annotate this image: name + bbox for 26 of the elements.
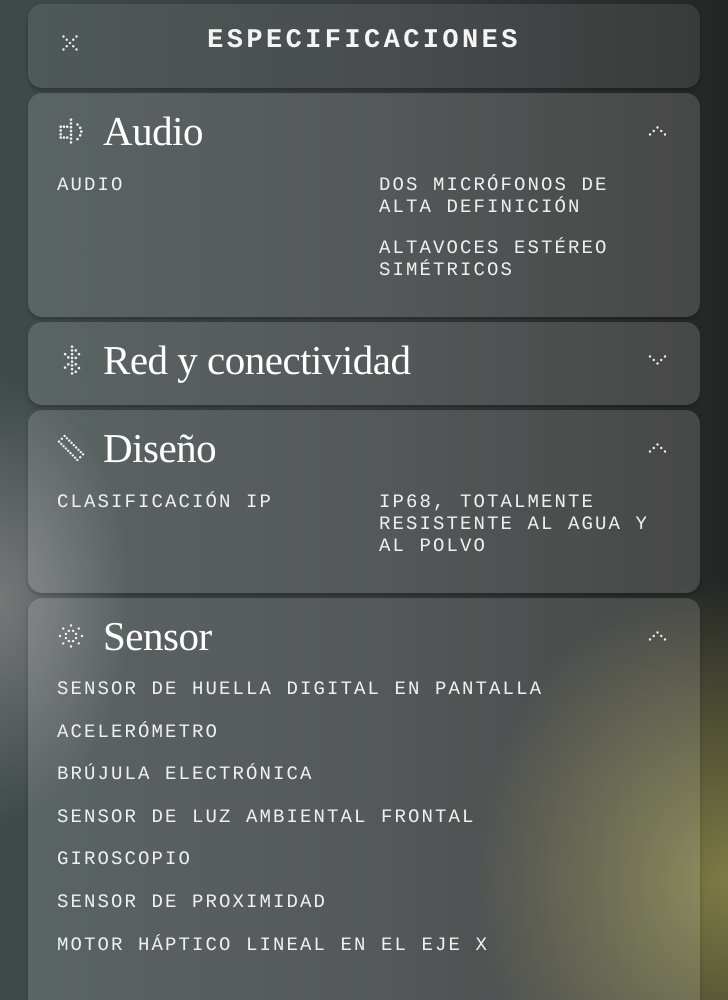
chevron-up-icon[interactable] — [648, 126, 667, 136]
chevron-up-icon[interactable] — [648, 631, 667, 641]
sparkle-icon — [58, 624, 84, 648]
speaker-icon — [58, 118, 84, 144]
chevron-up-icon[interactable] — [648, 443, 667, 453]
spec-item: BRÚJULA ELECTRÓNICA — [57, 763, 315, 786]
spec-value: ALTAVOCES ESTÉREO SIMÉTRICOS — [379, 237, 610, 281]
spec-item: SENSOR DE HUELLA DIGITAL EN PANTALLA — [57, 678, 544, 700]
ruler-icon — [57, 434, 85, 462]
section-title: Sensor — [103, 616, 212, 656]
chevron-down-icon[interactable] — [648, 355, 667, 365]
page-title: ESPECIFICACIONES — [207, 28, 521, 54]
spec-value: DOS MICRÓFONOS DE ALTA DEFINICIÓN — [379, 174, 610, 218]
spec-item: ACELERÓMETRO — [57, 720, 220, 743]
spec-item: MOTOR HÁPTICO LINEAL EN EL EJE X — [57, 934, 490, 956]
bluetooth-icon — [62, 345, 80, 375]
spec-value: IP68, TOTALMENTE RESISTENTE AL AGUA Y AL POLVO — [379, 491, 650, 557]
spec-label: CLASIFICACIÓN IP — [57, 491, 274, 513]
section-title: Red y conectividad — [103, 340, 411, 380]
spec-item: GIROSCOPIO — [57, 848, 194, 870]
spec-item: SENSOR DE LUZ AMBIENTAL FRONTAL — [57, 806, 477, 828]
section-title: Audio — [103, 110, 203, 152]
spec-item: SENSOR DE PROXIMIDAD — [57, 890, 328, 913]
spec-label: AUDIO — [57, 174, 126, 196]
section-title: Diseño — [103, 428, 216, 468]
close-icon[interactable] — [62, 35, 78, 51]
